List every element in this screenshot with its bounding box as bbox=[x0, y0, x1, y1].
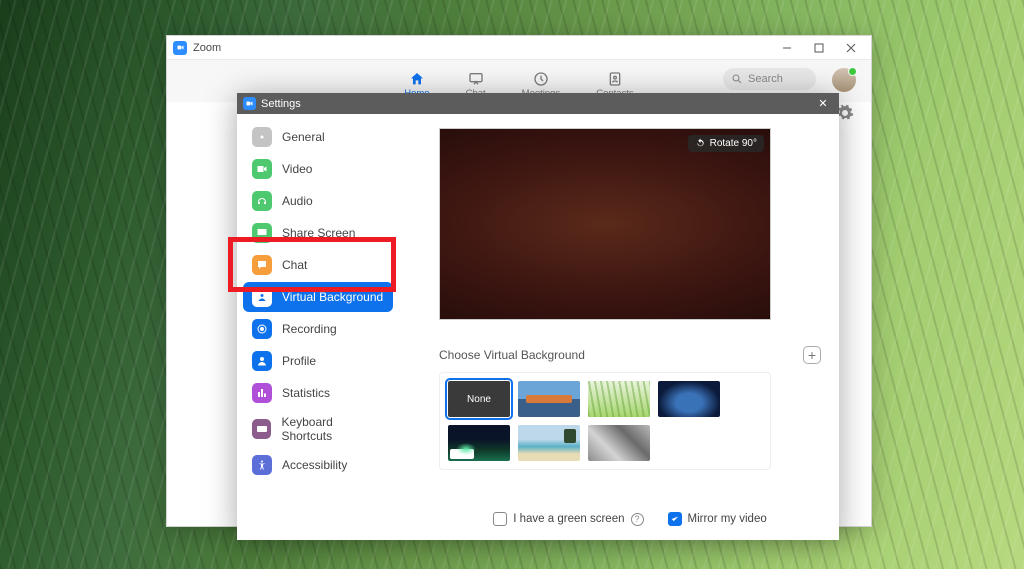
video-icon bbox=[252, 159, 272, 179]
sidebar-item-label: Accessibility bbox=[282, 458, 347, 472]
sidebar-item-profile[interactable]: Profile bbox=[243, 346, 393, 376]
avatar[interactable] bbox=[832, 68, 856, 92]
bg-thumb-grass[interactable] bbox=[588, 381, 650, 417]
recording-icon bbox=[252, 319, 272, 339]
background-thumbnails: None bbox=[439, 372, 771, 470]
accessibility-icon bbox=[252, 455, 272, 475]
mirror-label: Mirror my video bbox=[688, 513, 767, 525]
gear-icon bbox=[252, 127, 272, 147]
virtual-background-icon bbox=[252, 287, 272, 307]
sidebar-item-label: Share Screen bbox=[282, 226, 355, 240]
modal-titlebar: Settings ✕ bbox=[237, 93, 839, 114]
sidebar-item-virtual-background[interactable]: Virtual Background bbox=[243, 282, 393, 312]
sidebar-item-label: Profile bbox=[282, 354, 316, 368]
section-title: Choose Virtual Background bbox=[439, 348, 585, 362]
titlebar: Zoom bbox=[167, 36, 871, 60]
headphones-icon bbox=[252, 191, 272, 211]
sidebar-item-label: Audio bbox=[282, 194, 313, 208]
profile-icon bbox=[252, 351, 272, 371]
checkbox-icon bbox=[668, 512, 682, 526]
minimize-button[interactable] bbox=[773, 38, 801, 58]
bg-thumb-none[interactable]: None bbox=[448, 381, 510, 417]
sidebar-item-share-screen[interactable]: Share Screen bbox=[243, 218, 393, 248]
none-label: None bbox=[467, 394, 491, 405]
checkbox-icon bbox=[493, 512, 507, 526]
close-button[interactable] bbox=[837, 38, 865, 58]
bg-thumb-earth[interactable] bbox=[658, 381, 720, 417]
sidebar-item-label: Recording bbox=[282, 322, 337, 336]
search-input[interactable]: Search bbox=[723, 68, 816, 90]
settings-gear-icon[interactable] bbox=[836, 104, 856, 124]
sidebar-item-statistics[interactable]: Statistics bbox=[243, 378, 393, 408]
settings-modal: Settings ✕ General Video Audio Share Scr… bbox=[237, 93, 839, 540]
statistics-icon bbox=[252, 383, 272, 403]
modal-title: Settings bbox=[261, 98, 301, 110]
sidebar-item-audio[interactable]: Audio bbox=[243, 186, 393, 216]
sidebar-item-general[interactable]: General bbox=[243, 122, 393, 152]
sidebar-item-recording[interactable]: Recording bbox=[243, 314, 393, 344]
green-screen-checkbox[interactable]: I have a green screen ? bbox=[493, 512, 643, 526]
modal-close-button[interactable]: ✕ bbox=[813, 97, 833, 110]
info-icon[interactable]: ? bbox=[631, 513, 644, 526]
app-title: Zoom bbox=[193, 42, 221, 54]
sidebar-item-label: Keyboard Shortcuts bbox=[281, 415, 384, 443]
rotate-icon bbox=[695, 138, 706, 149]
bg-thumb-aurora[interactable] bbox=[448, 425, 510, 461]
rotate-label: Rotate 90° bbox=[710, 138, 757, 149]
search-placeholder: Search bbox=[748, 73, 783, 85]
bg-thumb-beach[interactable] bbox=[518, 425, 580, 461]
green-screen-label: I have a green screen bbox=[513, 513, 624, 525]
zoom-logo-icon bbox=[173, 41, 187, 55]
settings-sidebar: General Video Audio Share Screen Chat Vi… bbox=[237, 114, 399, 540]
add-background-button[interactable]: + bbox=[803, 346, 821, 364]
maximize-button[interactable] bbox=[805, 38, 833, 58]
chat-icon bbox=[252, 255, 272, 275]
bg-thumb-bridge[interactable] bbox=[518, 381, 580, 417]
sidebar-item-keyboard-shortcuts[interactable]: Keyboard Shortcuts bbox=[243, 410, 393, 448]
mirror-video-checkbox[interactable]: Mirror my video bbox=[668, 512, 767, 526]
sidebar-item-label: Chat bbox=[282, 258, 307, 272]
sidebar-item-video[interactable]: Video bbox=[243, 154, 393, 184]
sidebar-item-chat[interactable]: Chat bbox=[243, 250, 393, 280]
share-screen-icon bbox=[252, 223, 272, 243]
sidebar-item-label: Statistics bbox=[282, 386, 330, 400]
bg-thumb-abstract[interactable] bbox=[588, 425, 650, 461]
settings-content: Rotate 90° Choose Virtual Background + N… bbox=[399, 114, 839, 540]
rotate-90-button[interactable]: Rotate 90° bbox=[688, 135, 764, 152]
sidebar-item-label: General bbox=[282, 130, 325, 144]
keyboard-icon bbox=[252, 419, 271, 439]
sidebar-item-label: Video bbox=[282, 162, 312, 176]
sidebar-item-label: Virtual Background bbox=[282, 290, 383, 304]
footer-options: I have a green screen ? Mirror my video bbox=[439, 502, 821, 530]
sidebar-item-accessibility[interactable]: Accessibility bbox=[243, 450, 393, 480]
zoom-logo-icon bbox=[243, 97, 256, 110]
video-preview: Rotate 90° bbox=[439, 128, 771, 320]
